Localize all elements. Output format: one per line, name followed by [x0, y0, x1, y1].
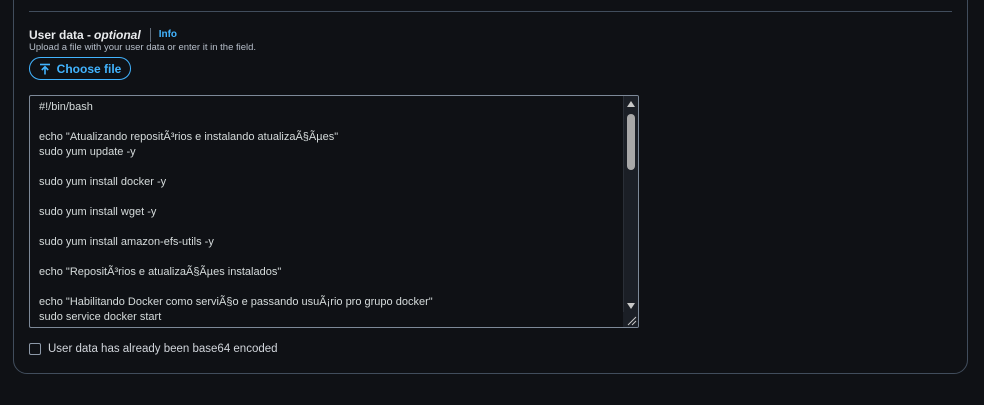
label-separator: [149, 28, 151, 42]
user-data-label-row: User data - optional Info: [29, 28, 177, 42]
user-data-label: User data -: [29, 28, 92, 42]
code-line: sudo yum install docker -y: [39, 176, 167, 188]
textarea-scrollbar[interactable]: [623, 96, 638, 313]
code-line: sudo yum install amazon-efs-utils -y: [39, 236, 214, 248]
code-line: sudo yum install wget -y: [39, 206, 157, 218]
upload-icon: [39, 63, 50, 74]
user-data-description: Upload a file with your user data or ent…: [29, 42, 257, 53]
choose-file-button[interactable]: Choose file: [29, 57, 131, 80]
resize-grip-icon: [627, 316, 637, 326]
base64-encoded-option[interactable]: User data has already been base64 encode…: [29, 343, 278, 355]
code-line: #!/bin/bash: [39, 101, 93, 113]
user-data-textarea[interactable]: #!/bin/bash echo "Atualizando repositÃ³ri…: [29, 95, 639, 328]
scroll-down-arrow-icon[interactable]: [627, 303, 635, 309]
code-line: sudo yum update -y: [39, 146, 136, 158]
choose-file-label: Choose file: [56, 61, 122, 76]
base64-encoded-checkbox[interactable]: [29, 343, 41, 355]
section-divider: [29, 11, 952, 12]
scroll-thumb[interactable]: [627, 114, 635, 170]
code-line: echo "Atualizando repositÃ³rios e instal…: [39, 131, 339, 143]
optional-label: optional: [94, 28, 141, 42]
code-line: sudo service docker start: [39, 311, 162, 323]
user-data-content[interactable]: #!/bin/bash echo "Atualizando repositÃ³ri…: [39, 100, 619, 325]
code-line: echo "Habilitando Docker como serviÃ§o e…: [39, 296, 433, 308]
base64-encoded-label: User data has already been base64 encode…: [48, 343, 278, 355]
info-link[interactable]: Info: [159, 28, 177, 42]
textarea-resize-handle[interactable]: [623, 312, 638, 327]
scroll-up-arrow-icon[interactable]: [627, 101, 635, 107]
code-line: echo "RepositÃ³rios e atualizaÃ§Ãµes ins…: [39, 266, 282, 278]
